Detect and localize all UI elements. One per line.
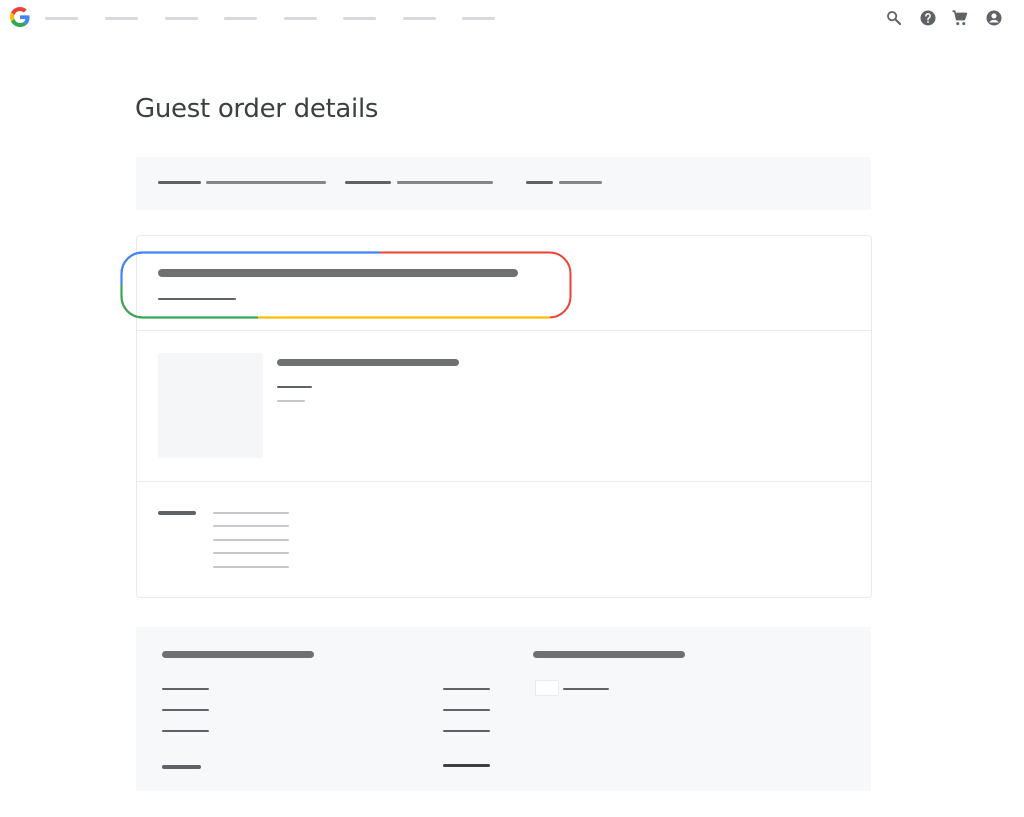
product-variant	[277, 386, 312, 388]
address-line-3	[213, 539, 289, 541]
product-title[interactable]	[277, 359, 459, 366]
address-line-4	[213, 552, 289, 554]
address-label	[158, 511, 196, 515]
summary-total-label	[162, 765, 201, 769]
summary-label-1	[158, 181, 201, 184]
highlight-ring	[120, 251, 572, 319]
summary-row-value-1	[443, 688, 490, 690]
payment-card-icon	[535, 680, 559, 696]
account-icon[interactable]	[985, 9, 1003, 27]
card-divider	[136, 330, 872, 331]
nav-link-1[interactable]	[45, 17, 78, 20]
search-icon[interactable]	[885, 9, 903, 27]
nav-link-6[interactable]	[343, 17, 376, 20]
summary-row-label-2	[162, 709, 209, 711]
summary-total-value	[443, 764, 490, 767]
nav-link-7[interactable]	[403, 17, 436, 20]
help-icon[interactable]	[919, 9, 937, 27]
cart-icon[interactable]	[951, 9, 969, 27]
summary-row-label-3	[162, 730, 209, 732]
summary-value-1	[206, 181, 326, 184]
address-line-2	[213, 525, 289, 527]
nav-link-2[interactable]	[105, 17, 138, 20]
summary-row-value-2	[443, 709, 490, 711]
summary-label-3	[526, 181, 553, 184]
payment-card-text	[563, 688, 609, 690]
page-title: Guest order details	[135, 94, 379, 124]
payment-method-heading	[533, 651, 685, 658]
nav-link-5[interactable]	[284, 17, 317, 20]
order-summary-heading	[162, 651, 314, 658]
card-divider	[136, 481, 872, 482]
nav-link-3[interactable]	[165, 17, 198, 20]
summary-value-2	[397, 181, 493, 184]
summary-label-2	[345, 181, 391, 184]
summary-value-3	[559, 181, 602, 184]
nav-link-4[interactable]	[224, 17, 257, 20]
product-image[interactable]	[158, 353, 263, 458]
nav-link-8[interactable]	[462, 17, 495, 20]
product-quantity	[277, 400, 305, 402]
address-line-1	[213, 512, 289, 514]
summary-row-label-1	[162, 688, 209, 690]
address-line-5	[213, 566, 289, 568]
google-logo-icon[interactable]	[10, 7, 30, 27]
summary-row-value-3	[443, 730, 490, 732]
